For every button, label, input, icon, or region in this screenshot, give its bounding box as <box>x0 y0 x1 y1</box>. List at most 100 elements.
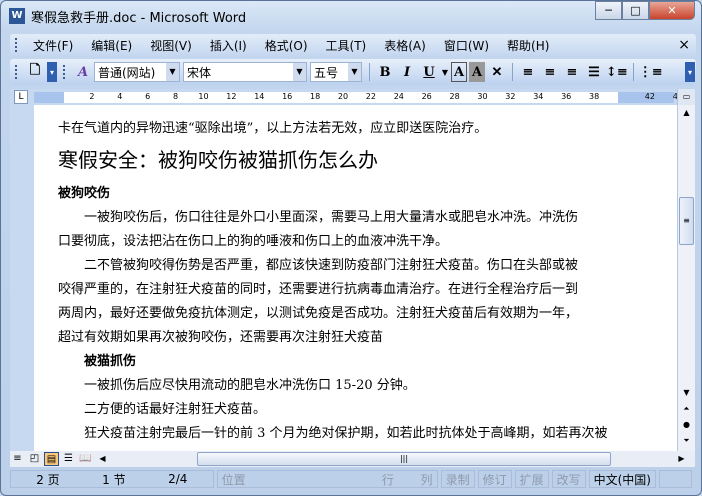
chevron-down-icon[interactable]: ▼ <box>293 63 306 81</box>
menu-tools[interactable]: 工具(T) <box>317 37 376 54</box>
window-title: 寒假急救手册.doc - Microsoft Word <box>31 10 247 26</box>
new-document-icon[interactable]: 🗋 <box>25 62 45 82</box>
overtype-indicator[interactable]: 改写 <box>551 470 586 488</box>
status-bar: 2 页 1 节 2/4 位置 行 列 录制 修订 扩展 改写 中文(中国) <box>10 469 695 489</box>
previous-page-icon[interactable]: ⏶ <box>678 401 695 417</box>
line-spacing-icon[interactable]: ↕≡ <box>606 62 628 82</box>
status-pages: 2/4 <box>168 472 188 486</box>
paragraph-line: 一被狗咬伤后，伤口往往是外口小里面深，需要马上用大量清水或肥皂水冲洗。冲洗伤 <box>84 210 579 225</box>
close-button[interactable]: ✕ <box>649 1 695 20</box>
word-icon: W <box>9 8 25 24</box>
italic-button[interactable]: I <box>397 62 417 82</box>
chevron-down-icon[interactable]: ▼ <box>166 63 179 81</box>
scroll-up-icon[interactable]: ▲ <box>678 105 695 121</box>
web-view-icon[interactable]: ◰ <box>27 452 42 466</box>
toolbar-options-icon[interactable]: ▾ <box>47 62 57 82</box>
menu-view[interactable]: 视图(V) <box>141 37 201 54</box>
styles-icon[interactable]: A <box>73 62 93 82</box>
menu-format[interactable]: 格式(O) <box>256 37 317 54</box>
character-scale-icon[interactable]: ✕ <box>487 62 507 82</box>
style-select[interactable]: 普通(网站) ▼ <box>94 62 180 82</box>
normal-view-icon[interactable]: ≡ <box>10 452 25 466</box>
status-position: 位置 <box>221 472 246 487</box>
print-view-icon[interactable]: ▤ <box>44 452 59 466</box>
status-column: 列 <box>420 472 433 487</box>
section-heading: 被狗咬伤 <box>58 186 111 201</box>
font-size-value: 五号 <box>314 65 339 80</box>
underline-button[interactable]: U <box>419 62 439 82</box>
resize-grip[interactable] <box>659 470 693 488</box>
scroll-down-icon[interactable]: ▼ <box>678 385 695 401</box>
grip-icon[interactable] <box>15 65 18 79</box>
chevron-down-icon[interactable]: ▼ <box>348 63 361 81</box>
horizontal-scrollbar[interactable]: ≡ ◰ ▤ ☰ 📖 ◀ ||| ▶ <box>10 451 695 467</box>
split-handle[interactable]: ▭ <box>678 89 695 105</box>
minimize-button[interactable]: ─ <box>595 1 622 20</box>
align-right-icon[interactable]: ≡ <box>562 62 582 82</box>
paragraph-line: 二方便的话最好注射狂犬疫苗。 <box>84 402 267 417</box>
separator <box>369 63 370 81</box>
outline-view-icon[interactable]: ☰ <box>61 452 76 466</box>
grip-icon[interactable] <box>63 65 66 79</box>
separator <box>512 63 513 81</box>
next-page-icon[interactable]: ⏷ <box>678 433 695 449</box>
scroll-thumb[interactable]: ≡ <box>679 197 694 245</box>
ruler-number: 18 <box>310 92 321 101</box>
title-bar: W 寒假急救手册.doc - Microsoft Word ─ □ ✕ <box>1 1 701 31</box>
scroll-right-icon[interactable]: ▶ <box>674 452 689 466</box>
align-justify-icon[interactable]: ≡ <box>518 62 538 82</box>
ruler-number: 34 <box>533 92 544 101</box>
tab-stop-selector[interactable]: L <box>14 90 28 104</box>
menu-insert[interactable]: 插入(I) <box>201 37 256 54</box>
ruler-number: 42 <box>644 92 655 101</box>
status-section: 1 节 <box>102 472 126 487</box>
separator <box>632 63 634 81</box>
chevron-down-icon[interactable]: ▼ <box>441 62 449 82</box>
ruler-number: 8 <box>173 92 179 101</box>
paragraph-line: 超过有效期如果再次被狗咬伤，还需要再次注射狂犬疫苗 <box>58 330 384 345</box>
numbering-icon[interactable]: ⋮≡ <box>639 62 663 82</box>
font-select[interactable]: 宋体 ▼ <box>183 62 307 82</box>
align-center-icon[interactable]: ≡ <box>540 62 560 82</box>
ruler-number: 6 <box>145 92 151 101</box>
track-changes-indicator[interactable]: 修订 <box>477 470 512 488</box>
bold-button[interactable]: B <box>375 62 395 82</box>
close-document-icon[interactable]: × <box>678 37 690 53</box>
paragraph-line: 两周内，最好还要做免疫抗体测定，以测试免疫是否成功。注射狂犬疫苗后有效期为一年， <box>58 306 579 321</box>
character-shading-button[interactable]: A <box>469 62 485 82</box>
horizontal-ruler[interactable]: L 24681012141618202224262830323436384244 <box>10 89 683 105</box>
status-page: 2 页 <box>36 472 60 487</box>
status-line: 行 <box>381 472 394 487</box>
paragraph-line: 卡在气道内的异物迅速“驱除出境”，以上方法若无效，应立即送医院治疗。 <box>58 121 488 136</box>
reading-view-icon[interactable]: 📖 <box>78 452 93 466</box>
scroll-left-icon[interactable]: ◀ <box>95 452 110 466</box>
grip-icon[interactable] <box>15 38 18 52</box>
distributed-icon[interactable]: ☰ <box>584 62 604 82</box>
menu-table[interactable]: 表格(A) <box>375 37 435 54</box>
ruler-number: 12 <box>226 92 237 101</box>
document-page[interactable]: 卡在气道内的异物迅速“驱除出境”，以上方法若无效，应立即送医院治疗。 寒假安全：… <box>34 105 677 451</box>
extend-selection-indicator[interactable]: 扩展 <box>514 470 549 488</box>
toolbar-options-icon[interactable]: ▾ <box>685 62 695 82</box>
ruler-number: 38 <box>589 92 600 101</box>
menu-edit[interactable]: 编辑(E) <box>82 37 141 54</box>
vertical-scrollbar[interactable]: ▭ ▲ ≡ ▼ ⏶ ● ⏷ <box>677 89 695 451</box>
horizontal-scroll-thumb[interactable]: ||| <box>197 452 611 466</box>
select-browse-object-icon[interactable]: ● <box>678 417 695 433</box>
font-size-select[interactable]: 五号 ▼ <box>310 62 362 82</box>
ruler-number: 22 <box>365 92 376 101</box>
toolbar: 🗋 ▾ A 普通(网站) ▼ 宋体 ▼ 五号 ▼ B I U ▼ A A ✕ ≡ ≡ … <box>10 59 696 85</box>
maximize-button[interactable]: □ <box>622 1 649 20</box>
menu-help[interactable]: 帮助(H) <box>498 37 558 54</box>
record-macro-indicator[interactable]: 录制 <box>440 470 475 488</box>
menu-file[interactable]: 文件(F) <box>24 37 82 54</box>
character-border-button[interactable]: A <box>451 62 467 82</box>
language-indicator[interactable]: 中文(中国) <box>588 470 656 488</box>
paragraph-line: 狂犬疫苗注射完最后一针的前 3 个月为绝对保护期，如若此时抗体处于高峰期，如若再… <box>84 426 608 441</box>
menu-window[interactable]: 窗口(W) <box>435 37 498 54</box>
paragraph-line: 一被抓伤后应尽快用流动的肥皂水冲洗伤口 15-20 分钟。 <box>84 378 416 393</box>
ruler-number: 30 <box>477 92 488 101</box>
document-area: 卡在气道内的异物迅速“驱除出境”，以上方法若无效，应立即送医院治疗。 寒假安全：… <box>10 105 677 451</box>
menu-bar: 文件(F) 编辑(E) 视图(V) 插入(I) 格式(O) 工具(T) 表格(A… <box>10 34 696 56</box>
section-heading: 被猫抓伤 <box>84 354 137 369</box>
